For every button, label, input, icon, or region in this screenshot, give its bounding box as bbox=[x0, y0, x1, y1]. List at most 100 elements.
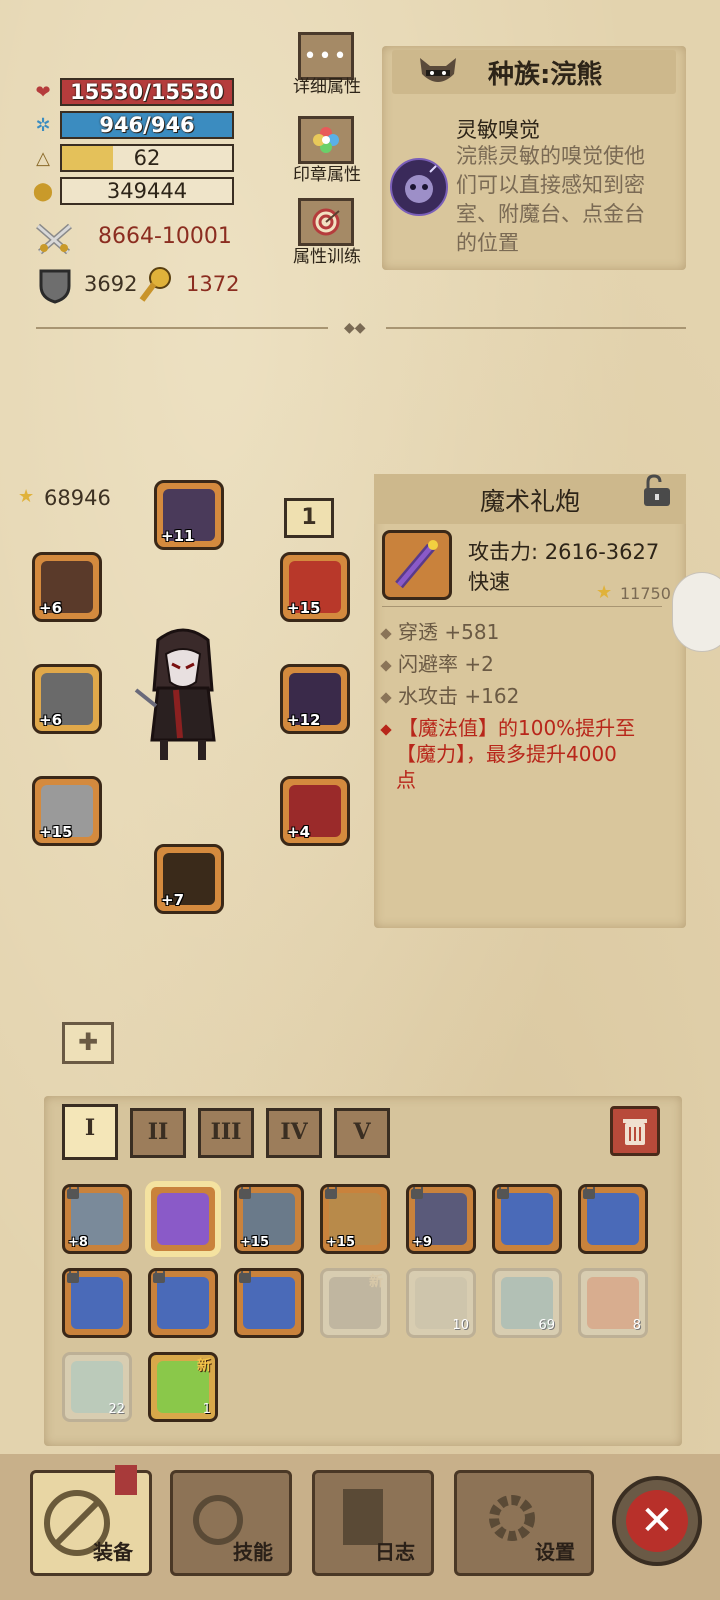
nav-skill-button[interactable]: 技能 bbox=[170, 1470, 292, 1576]
divider-left bbox=[36, 327, 328, 329]
inventory-slot-16[interactable]: 新1 bbox=[148, 1352, 218, 1422]
heart-icon: ❤ bbox=[35, 82, 51, 103]
equip-slot-boots[interactable]: +7 bbox=[154, 844, 224, 914]
equip-slot-helmet[interactable]: +11 bbox=[154, 480, 224, 550]
inventory-slot-5[interactable]: +9 bbox=[406, 1184, 476, 1254]
equip-slot-offhand[interactable]: +6 bbox=[32, 664, 102, 734]
mp-value: 946/946 bbox=[99, 113, 195, 137]
flower-seal-icon bbox=[313, 127, 339, 153]
inventory-slot-7[interactable] bbox=[578, 1184, 648, 1254]
inventory-slot-11[interactable]: 新 bbox=[320, 1268, 390, 1338]
gold-bar: 349444 bbox=[60, 177, 234, 205]
inventory-slot-9[interactable] bbox=[148, 1268, 218, 1338]
nav-settings-label: 设置 bbox=[535, 1540, 575, 1564]
dots-icon: ••• bbox=[303, 43, 349, 69]
attr-special-line3: 点 bbox=[396, 768, 416, 792]
hp-row: ❤ 15530/15530 bbox=[32, 78, 242, 106]
trash-button[interactable] bbox=[610, 1106, 660, 1156]
tab-5[interactable]: V bbox=[334, 1108, 390, 1158]
bookmark-icon bbox=[115, 1465, 137, 1495]
gold-value: 349444 bbox=[106, 179, 188, 203]
detail-attributes-label: 详细属性 bbox=[293, 77, 361, 97]
tab-1[interactable]: I bbox=[62, 1104, 118, 1160]
equip-slot-armor[interactable]: +12 bbox=[280, 664, 350, 734]
firework-item-icon bbox=[382, 530, 452, 600]
mp-bar: 946/946 bbox=[60, 111, 234, 139]
slot-number-badge[interactable]: 1 bbox=[284, 498, 334, 538]
inventory-slot-3[interactable]: +15 bbox=[234, 1184, 304, 1254]
attack-value: 8664-10001 bbox=[98, 224, 232, 249]
inventory-slot-12[interactable]: 10 bbox=[406, 1268, 476, 1338]
inventory-slot-8[interactable] bbox=[62, 1268, 132, 1338]
attr-special: 【魔法值】的100%提升至 bbox=[380, 712, 635, 741]
horn-icon bbox=[71, 1277, 123, 1329]
defense-value: 3692 bbox=[84, 272, 138, 296]
hp-bar: 15530/15530 bbox=[60, 78, 234, 106]
inventory-slot-2-selected[interactable] bbox=[148, 1184, 218, 1254]
equip-slot-mainhand[interactable]: +15 bbox=[32, 776, 102, 846]
gloves-plus: +4 bbox=[287, 823, 311, 841]
gold-row: ⬤ 349444 bbox=[32, 177, 242, 205]
item-star-icon: ★ bbox=[596, 582, 613, 603]
divider-ornament: ◆◆ bbox=[344, 320, 366, 336]
lock-icon bbox=[583, 1187, 595, 1199]
attr-dodge: 闪避率 +2 bbox=[380, 648, 494, 677]
equipment-score: 68946 bbox=[44, 486, 111, 510]
attribute-training-button[interactable] bbox=[298, 198, 354, 246]
hp-value: 15530/15530 bbox=[70, 80, 224, 104]
tab-4[interactable]: IV bbox=[266, 1108, 322, 1158]
crossed-swords-icon bbox=[34, 222, 74, 256]
inventory-slot-10[interactable] bbox=[234, 1268, 304, 1338]
horn-icon bbox=[157, 1277, 209, 1329]
inventory-slot-13[interactable]: 69 bbox=[492, 1268, 562, 1338]
inventory-slot-6[interactable] bbox=[492, 1184, 562, 1254]
inventory-slot-1[interactable]: +8 bbox=[62, 1184, 132, 1254]
seal-attributes-button[interactable] bbox=[298, 116, 354, 164]
inventory-slot-4[interactable]: +15 bbox=[320, 1184, 390, 1254]
floating-side-button[interactable] bbox=[672, 572, 720, 652]
weapon-plus: +15 bbox=[287, 599, 321, 617]
attr-special-line2: 【魔力】，最多提升4000 bbox=[396, 742, 617, 766]
horn-icon bbox=[501, 1193, 553, 1245]
lock-icon bbox=[153, 1271, 165, 1283]
close-button[interactable]: ✕ bbox=[612, 1476, 702, 1566]
unlock-icon[interactable] bbox=[636, 474, 676, 508]
helmet-plus: +11 bbox=[161, 527, 195, 545]
nav-equip-label: 装备 bbox=[93, 1540, 133, 1564]
nav-equip-button[interactable]: 装备 bbox=[30, 1465, 152, 1576]
horn-icon bbox=[587, 1193, 639, 1245]
nav-skill-label: 技能 bbox=[233, 1540, 273, 1564]
character-sprite bbox=[128, 620, 238, 770]
inventory-slot-15[interactable]: 22 bbox=[62, 1352, 132, 1422]
tab-3[interactable]: III bbox=[198, 1108, 254, 1158]
red-potion-icon bbox=[587, 1277, 639, 1329]
raccoon-icon bbox=[416, 54, 460, 90]
equip-slot-amulet[interactable]: +6 bbox=[32, 552, 102, 622]
race-panel: 种族:浣熊 灵敏嗅觉 浣熊灵敏的嗅觉使他们可以直接感知到密室、附魔台、点金台的位… bbox=[382, 46, 686, 270]
magic-staff-icon bbox=[138, 266, 174, 304]
nav-log-label: 日志 bbox=[375, 1540, 415, 1564]
horn-icon bbox=[243, 1277, 295, 1329]
equip-slot-gloves[interactable]: +4 bbox=[280, 776, 350, 846]
level-row: △ 62 bbox=[32, 144, 242, 172]
equip-slot-weapon[interactable]: +15 bbox=[280, 552, 350, 622]
offhand-plus: +6 bbox=[39, 711, 63, 729]
expand-plus-button[interactable]: ✚ bbox=[62, 1022, 114, 1064]
attr-water-attack: 水攻击 +162 bbox=[380, 680, 519, 709]
skill-name: 灵敏嗅觉 bbox=[456, 118, 540, 142]
gold-coins-icon: ⬤ bbox=[32, 181, 54, 202]
level-value: 62 bbox=[133, 146, 161, 170]
nav-log-button[interactable]: 日志 bbox=[312, 1470, 434, 1576]
magic-value: 1372 bbox=[186, 272, 240, 296]
race-title: 种族:浣熊 bbox=[488, 60, 603, 90]
nav-settings-button[interactable]: 设置 bbox=[454, 1470, 594, 1576]
level-bar: 62 bbox=[60, 144, 234, 172]
inventory-slot-14[interactable]: 8 bbox=[578, 1268, 648, 1338]
trash-icon bbox=[623, 1119, 647, 1145]
lock-icon bbox=[239, 1271, 251, 1283]
item-score: 11750 bbox=[620, 584, 671, 603]
triangle-level-icon: △ bbox=[36, 148, 50, 169]
lock-icon bbox=[411, 1187, 423, 1199]
tab-2[interactable]: II bbox=[130, 1108, 186, 1158]
attr-penetration: 穿透 +581 bbox=[380, 616, 499, 645]
